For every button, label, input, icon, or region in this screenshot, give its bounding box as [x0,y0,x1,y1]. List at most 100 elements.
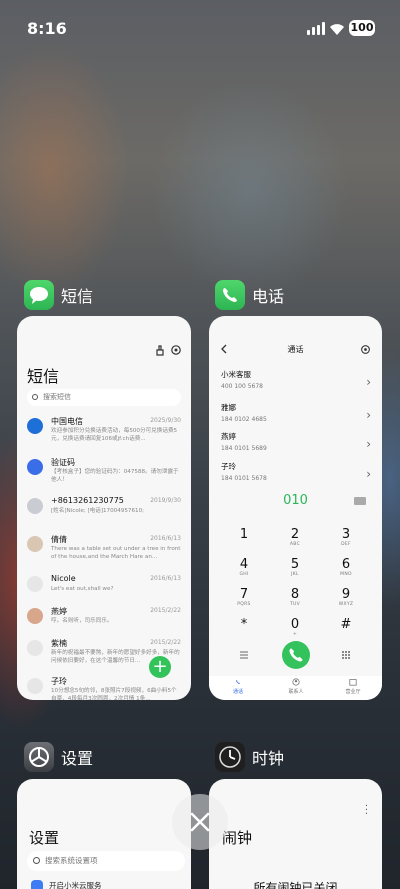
message-thread[interactable]: 倩倩 2016/6/13 There was a table set out und… [27,534,183,574]
phone-tab-bar: 通话 联系人 营业厅 [209,676,382,700]
phone-page-title: 通话 [287,345,304,354]
search-icon [33,857,40,864]
message-thread[interactable]: 中国电信 2025/9/30 欢迎参加积分兑换话费活动，每500分可兑换话费5元，兑… [27,416,183,456]
recent-call-item[interactable]: 雅娜 184 0102 4685 › [221,402,371,430]
dial-key-digit: 5 [290,557,300,572]
sms-search-placeholder: 搜索短信 [43,393,71,401]
recent-call-item[interactable]: 燕婷 184 0101 5689 › [221,431,371,459]
app-header-settings[interactable]: 设置 [24,742,93,772]
clock-app-card[interactable]: · · · 闹钟 所有闹钟已关闭 [209,779,382,889]
gear-icon[interactable] [170,344,182,356]
message-thread[interactable]: 验证码【考核盒子】您的验证码为：047588。请勿泄露于他人！ [27,457,183,497]
dial-key-letters: + [292,632,298,637]
contact-avatar [27,536,43,552]
tab-service-hall[interactable]: 营业厅 [333,678,373,695]
dial-key[interactable]: 4 GHI [224,557,264,587]
sms-search-input[interactable]: 搜索短信 [27,389,181,406]
contact-avatar [27,678,43,694]
thread-sender: Nicole [51,574,76,583]
app-header-clock[interactable]: 时钟 [215,742,284,772]
settings-page-title: 设置 [29,829,60,847]
tab-calls-label: 通话 [232,689,243,695]
contact-avatar [27,640,43,656]
clear-all-button[interactable] [172,794,228,850]
settings-row-cloud[interactable]: 开启小米云服务 [49,880,102,889]
phone-icon [236,680,240,684]
contact-avatar [27,459,43,475]
status-time: 8:16 [27,19,67,38]
thread-sender: 燕婷 [51,607,67,616]
settings-search-input[interactable]: 搜索系统设置项 [27,851,185,871]
app-header-sms[interactable]: 短信 [24,280,93,310]
dial-key[interactable]: 7 PQRS [224,587,264,617]
dial-key[interactable]: 3 DEF [326,527,366,557]
backspace-icon[interactable] [354,497,366,505]
thread-sender: 验证码 [51,458,75,467]
phone-app-card[interactable]: 通话 小米客服 400 100 5678 › 雅娜 184 0102 4685 › 燕婷 18… [209,316,382,700]
dial-key-digit: # [340,617,352,632]
chevron-right-icon[interactable]: › [366,408,371,422]
dial-key-letters: DEF [341,542,351,547]
thread-preview: 【考核盒子】您的验证码为：047588。请勿泄露于他人！ [51,469,179,483]
new-message-button[interactable]: + [149,656,171,678]
tab-contacts[interactable]: 联系人 [276,678,316,695]
broom-icon[interactable] [154,344,166,356]
phone-app-icon [215,280,245,310]
dial-key[interactable]: # [326,617,366,647]
thread-date: 2015/2/22 [150,607,181,614]
thread-preview: There was a table set out under a tree i… [51,546,181,560]
message-thread[interactable]: 子玲 10分想念5句的邻，8张照片7段视频，6曲小料5个自豪，4段每月3次圆恩，2… [27,676,183,700]
search-icon [32,394,38,400]
dial-key[interactable]: 6 MNO [326,557,366,587]
chevron-right-icon[interactable]: › [366,375,371,389]
dial-key-digit: 8 [290,587,300,602]
cellular-signal-icon [307,22,325,35]
phone-icon [289,648,303,662]
recent-call-item[interactable]: 子玲 184 0101 5678 › [221,461,371,489]
menu-icon[interactable] [239,650,249,660]
dial-key[interactable]: 2 ABC [275,527,315,557]
settings-app-card[interactable]: 设置 搜索系统设置项 开启小米云服务 [17,779,191,889]
contact-avatar [27,418,43,434]
dial-key-digit: 3 [341,527,351,542]
thread-preview: 哼。名则听，司乐同乐。 [51,618,113,624]
dial-key-letters: MNO [340,572,352,577]
sms-app-card[interactable]: 短信 搜索短信 中国电信 2025/9/30 欢迎参加积分兑换话费活动，每500分可… [17,316,191,700]
chevron-right-icon[interactable]: › [366,437,371,451]
dial-key[interactable]: * [224,617,264,647]
app-header-phone[interactable]: 电话 [215,280,284,310]
dial-key[interactable]: 1 [224,527,264,557]
chevron-right-icon[interactable]: › [366,467,371,481]
thread-date: 2025/9/30 [150,417,181,424]
clock-app-title: 时钟 [252,749,285,768]
dial-key[interactable]: 8 TUV [275,587,315,617]
thread-preview: [姓名]Nicole; [电话]17004957610; [51,508,145,514]
dial-key-digit: 6 [341,557,351,572]
cloud-service-icon [31,880,43,889]
recent-call-item[interactable]: 小米客服 400 100 5678 › [221,369,371,397]
message-thread[interactable]: +8613261230775 2019/9/30 [姓名]Nicole; [电话]1… [27,496,183,536]
dial-key-letters: WXYZ [338,602,354,607]
sms-app-title: 短信 [61,287,94,306]
dial-key-letters: ABC [289,542,301,547]
dial-key-digit: 1 [239,527,249,542]
clock-app-icon [215,742,245,772]
call-button[interactable] [282,641,310,669]
phone-app-title: 电话 [252,287,285,306]
contacts-icon [292,678,300,686]
more-options-icon[interactable]: · · · [365,802,368,820]
thread-preview: 欢迎参加积分兑换话费活动，每500分可兑换话费5元，兑换话费请回复106或jf.… [51,428,178,442]
thread-sender: 倩倩 [51,535,67,544]
thread-sender: +8613261230775 [51,496,124,505]
dial-key-digit: 4 [239,557,249,572]
contact-name: 小米客服 [221,370,251,379]
thread-date: 2019/9/30 [150,497,181,504]
gear-icon[interactable] [360,344,371,355]
dialpad-toggle-icon[interactable] [341,650,351,660]
dial-key[interactable]: 9 WXYZ [326,587,366,617]
wifi-icon [330,24,344,35]
tab-calls[interactable]: 通话 [218,678,258,695]
tab-service-hall-label: 营业厅 [345,689,361,695]
thread-preview: Let's eat out,shall we? [51,586,114,592]
dial-key[interactable]: 5 JKL [275,557,315,587]
